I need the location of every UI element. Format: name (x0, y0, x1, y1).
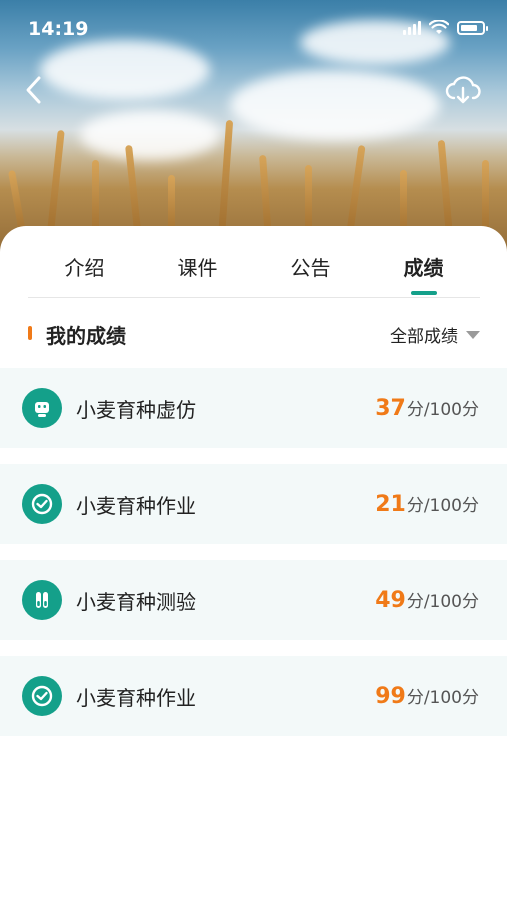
score-value: 21 分 /100分 (375, 492, 479, 517)
test-tubes-icon (22, 580, 62, 620)
content-card: 介绍 课件 公告 成绩 我的成绩 全部成绩 小麦育种虚仿 37 分 /100分 (0, 226, 507, 900)
score-row[interactable]: 小麦育种测验 49 分 /100分 (0, 560, 507, 640)
score-row[interactable]: 小麦育种作业 21 分 /100分 (0, 464, 507, 544)
wifi-icon (429, 20, 449, 34)
score-row[interactable]: 小麦育种虚仿 37 分 /100分 (0, 368, 507, 448)
score-value: 37 分 /100分 (375, 396, 479, 421)
caret-down-icon (466, 330, 480, 339)
score-value: 99 分 /100分 (375, 684, 479, 709)
score-row[interactable]: 小麦育种作业 99 分 /100分 (0, 656, 507, 736)
robot-icon (22, 388, 62, 428)
battery-icon (457, 21, 488, 35)
filter-label: 全部成绩 (390, 327, 458, 347)
back-icon[interactable] (20, 74, 50, 106)
cloud-download-icon[interactable] (445, 74, 481, 106)
tab-bar: 介绍 课件 公告 成绩 (28, 246, 480, 298)
check-circle-icon (22, 484, 62, 524)
section-header: 我的成绩 全部成绩 (28, 318, 480, 348)
score-row-title: 小麦育种测验 (76, 589, 196, 614)
score-value: 49 分 /100分 (375, 588, 479, 613)
score-row-title: 小麦育种虚仿 (76, 397, 196, 422)
tab-intro[interactable]: 介绍 (28, 246, 141, 297)
signal-icon (403, 21, 421, 35)
tab-announcement[interactable]: 公告 (254, 246, 367, 297)
tab-scores[interactable]: 成绩 (367, 246, 480, 297)
status-time: 14:19 (28, 18, 89, 40)
score-row-title: 小麦育种作业 (76, 493, 196, 518)
section-marker (28, 326, 32, 340)
status-bar: 14:19 (0, 0, 507, 60)
score-filter-dropdown[interactable]: 全部成绩 (390, 322, 480, 347)
section-title: 我的成绩 (46, 324, 126, 348)
check-circle-icon (22, 676, 62, 716)
score-row-title: 小麦育种作业 (76, 685, 196, 710)
tab-courseware[interactable]: 课件 (141, 246, 254, 297)
